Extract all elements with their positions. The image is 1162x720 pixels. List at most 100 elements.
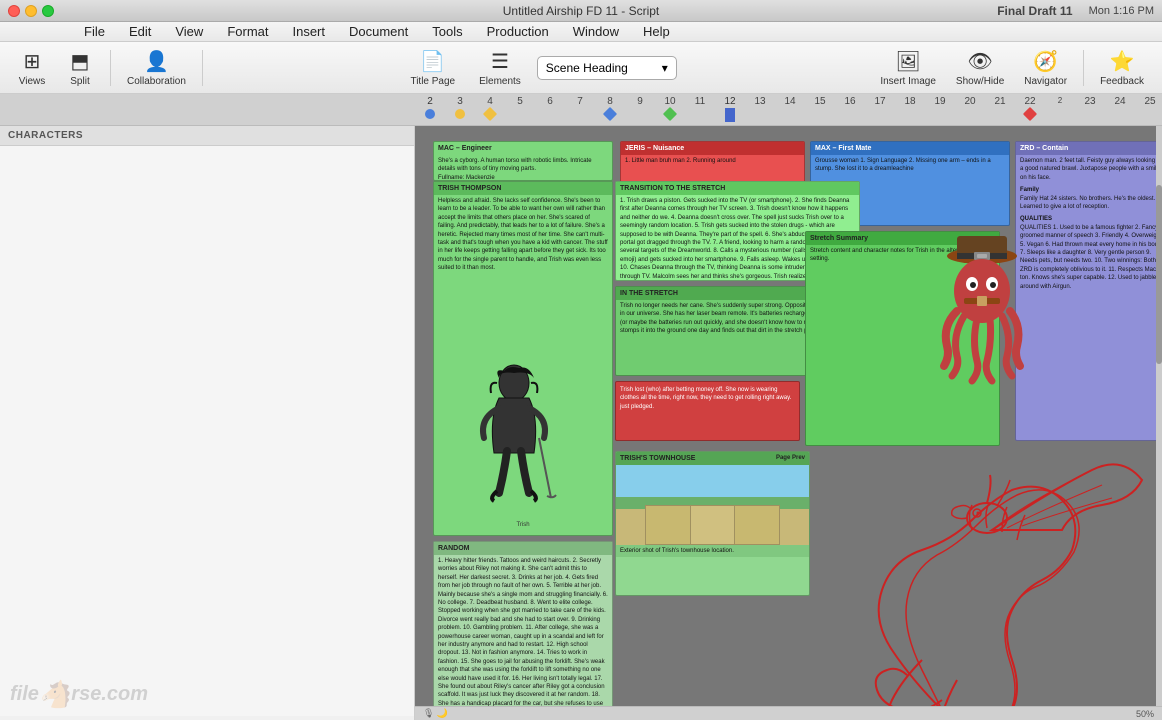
townhouse-body: Exterior shot of Trish's townhouse locat… (616, 545, 809, 557)
scene-heading-label: Scene Heading (546, 61, 628, 75)
townhouse-image (616, 465, 809, 545)
ruler-mark-21: 21 (985, 94, 1015, 125)
sidebar-title: CHARACTERS (8, 130, 83, 141)
max-body: Grousse woman 1. Sign Language 2. Missin… (811, 155, 1009, 176)
trish-card[interactable]: TRISH THOMPSON Helpless and afraid. She … (433, 181, 613, 536)
toolbar-sep-2 (202, 50, 203, 86)
trish-title: TRISH THOMPSON (438, 185, 501, 192)
watermark: file 🐴 rse.com (10, 679, 148, 710)
app-name: Final Draft 11 (997, 4, 1072, 18)
minimize-button[interactable] (25, 5, 37, 17)
mac-card[interactable]: MAC – Engineer She's a cyborg. A human t… (433, 141, 613, 181)
menu-format[interactable]: Format (223, 22, 272, 41)
document-title: Untitled Airship FD 11 - Script (503, 4, 660, 18)
collaboration-button[interactable]: 👤 Collaboration (119, 46, 194, 90)
octopus-svg (922, 226, 1042, 386)
ruler-mark-13: 13 (745, 94, 775, 125)
ruler-mark-25: 25 (1135, 94, 1162, 125)
insert-image-button[interactable]: 🖼 Insert Image (872, 46, 944, 90)
max-title: MAX – First Mate (815, 145, 871, 152)
toolbar-center: 📄 Title Page ☰ Elements Scene Heading ▾ (211, 46, 868, 90)
ruler-mark-6: 6 (535, 94, 565, 125)
dragon-illustration (792, 430, 1162, 720)
navigator-icon: 🧭 (1033, 49, 1058, 74)
ruler-mark-2: 2 (415, 94, 445, 125)
elements-button[interactable]: ☰ Elements (471, 46, 529, 90)
ruler-mark-9: 9 (625, 94, 655, 125)
menu-edit[interactable]: Edit (125, 22, 155, 41)
menu-help[interactable]: Help (639, 22, 674, 41)
scroll-bar[interactable] (1156, 126, 1162, 720)
ruler-mark-2b: 2 (1045, 94, 1075, 125)
dragon-svg (792, 430, 1162, 720)
watermark-horse-icon: 🐴 (39, 679, 71, 710)
stretch-summary-title: Stretch Summary (810, 235, 868, 242)
window-controls[interactable] (8, 5, 54, 17)
elements-label: Elements (479, 76, 521, 87)
ruler: 2 3 4 5 6 7 8 9 10 11 12 13 14 15 16 (0, 94, 1162, 126)
zrd-header: ZRD – Contain (1016, 142, 1162, 155)
maximize-button[interactable] (42, 5, 54, 17)
warning-card[interactable]: Trish lost (who) after betting money off… (615, 381, 800, 441)
ruler-mark-14: 14 (775, 94, 805, 125)
trish-caption: Trish (516, 522, 529, 530)
stretch-title: IN THE STRETCH (620, 290, 678, 297)
split-button[interactable]: ⬒ Split (58, 46, 102, 90)
menu-tools[interactable]: Tools (428, 22, 466, 41)
ruler-track: 2 3 4 5 6 7 8 9 10 11 12 13 14 15 16 (0, 94, 1162, 125)
menu-document[interactable]: Document (345, 22, 412, 41)
scene-heading-select[interactable]: Scene Heading ▾ (537, 56, 677, 80)
scroll-thumb[interactable] (1156, 185, 1162, 363)
navigator-button[interactable]: 🧭 Navigator (1016, 46, 1075, 90)
content-area[interactable]: MAC – Engineer She's a cyborg. A human t… (415, 126, 1162, 720)
feedback-button[interactable]: ⭐ Feedback (1092, 46, 1152, 90)
ruler-mark-4: 4 (475, 94, 505, 125)
menu-insert[interactable]: Insert (288, 22, 329, 41)
jeris-points: 1. Little man bruh man 2. Running around (625, 158, 736, 164)
transition-header: TRANSITION TO THE STRETCH (616, 182, 859, 195)
mac-card-body: She's a cyborg. A human torso with robot… (434, 155, 612, 181)
collab-icon: 👤 (144, 49, 169, 74)
toolbar-right: 🖼 Insert Image 👁 Show/Hide 🧭 Navigator ⭐… (872, 46, 1152, 90)
max-header: MAX – First Mate (811, 142, 1009, 155)
ruler-mark-24: 24 (1105, 94, 1135, 125)
townhouse-card[interactable]: TRISH'S TOWNHOUSE Page Prev Exterior sho… (615, 451, 810, 596)
collaboration-label: Collaboration (127, 76, 186, 87)
title-bar-icons: Final Draft 11 Mon 1:16 PM (997, 4, 1154, 18)
window-title: Untitled Airship FD 11 - Script (503, 4, 660, 18)
octopus-illustration (922, 226, 1042, 386)
menu-production[interactable]: Production (483, 22, 553, 41)
split-label: Split (70, 76, 89, 87)
title-page-label: Title Page (410, 76, 455, 87)
menu-window[interactable]: Window (569, 22, 623, 41)
footer: 🎙 🌙 50% (415, 706, 1162, 720)
footer-left: 🎙 🌙 (423, 708, 448, 719)
ruler-mark-3: 3 (445, 94, 475, 125)
jeris-title: JERIS – Nuisance (625, 145, 684, 152)
ruler-mark-20: 20 (955, 94, 985, 125)
views-button[interactable]: ⊞ Views (10, 46, 54, 90)
warning-text: Trish lost (who) after betting money off… (620, 387, 791, 410)
title-page-button[interactable]: 📄 Title Page (402, 46, 463, 90)
sidebar: CHARACTERS file 🐴 rse.com (0, 126, 415, 720)
mac-body-text: She's a cyborg. A human torso with robot… (438, 158, 592, 172)
warning-body: Trish lost (who) after betting money off… (616, 382, 799, 415)
trish-card-header: TRISH THOMPSON (434, 182, 612, 195)
views-icon: ⊞ (24, 49, 41, 74)
canvas: MAC – Engineer She's a cyborg. A human t… (415, 126, 1162, 720)
jeris-header: JERIS – Nuisance (621, 142, 804, 155)
navigator-label: Navigator (1024, 76, 1067, 87)
show-hide-button[interactable]: 👁 Show/Hide (948, 46, 1012, 90)
toolbar: ⊞ Views ⬒ Split 👤 Collaboration 📄 Title … (0, 42, 1162, 94)
menu-view[interactable]: View (171, 22, 207, 41)
toolbar-sep-3 (1083, 50, 1084, 86)
mac-subtitle: Fullname: Mackenzie (438, 175, 495, 181)
close-button[interactable] (8, 5, 20, 17)
ruler-mark-5: 5 (505, 94, 535, 125)
feedback-label: Feedback (1100, 76, 1144, 87)
views-label: Views (19, 76, 46, 87)
sidebar-header: CHARACTERS (0, 126, 414, 146)
menu-file[interactable]: File (80, 22, 109, 41)
random-card[interactable]: RANDOM 1. Heavy hitter friends. Tattoos … (433, 541, 613, 720)
sidebar-content[interactable] (0, 146, 414, 716)
